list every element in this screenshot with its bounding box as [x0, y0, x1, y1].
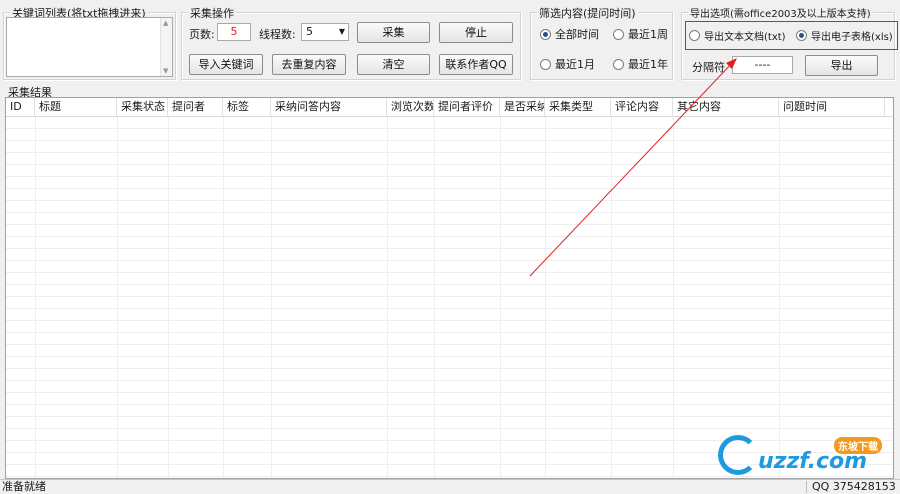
uzzf-watermark-logo: 东坡下载 uzzf.com [714, 433, 894, 477]
status-divider [806, 481, 807, 493]
watermark-brand: uzzf.com [758, 449, 868, 474]
status-bar: 准备就绪 QQ 375428153 [0, 479, 900, 494]
annotation-arrow [529, 58, 737, 277]
status-qq: QQ 375428153 [812, 480, 896, 493]
status-text: 准备就绪 [2, 480, 46, 493]
watermark-swoosh-icon [718, 435, 758, 475]
annotation-arrow-line [529, 59, 736, 277]
